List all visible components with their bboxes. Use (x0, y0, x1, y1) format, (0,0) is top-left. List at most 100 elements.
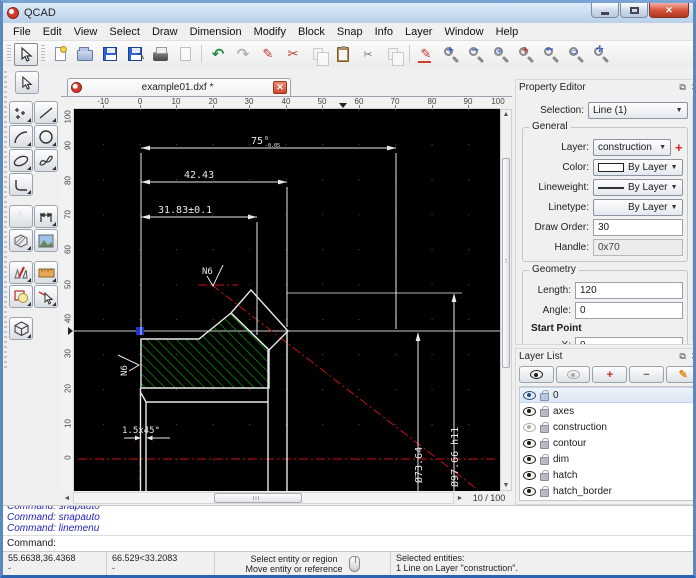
layer-lock-icon[interactable] (540, 409, 549, 417)
lineweight-combo[interactable]: By Layer▼ (593, 179, 683, 196)
layer-lock-icon[interactable] (540, 393, 549, 401)
open-file-button[interactable] (73, 43, 97, 66)
cut-button[interactable]: ✂ (281, 43, 305, 66)
layer-visibility-icon[interactable] (523, 439, 536, 448)
maximize-button[interactable] (620, 3, 648, 18)
remove-layer-button[interactable]: − (629, 366, 664, 383)
tool-text[interactable]: A (9, 205, 33, 228)
minimize-button[interactable] (591, 3, 619, 18)
menu-draw[interactable]: Draw (146, 24, 184, 40)
vertical-scrollbar[interactable]: ▲ ▼ (500, 109, 512, 491)
redo-button[interactable]: ↷ (231, 43, 255, 66)
layer-visibility-icon[interactable] (523, 423, 536, 432)
layer-row[interactable]: hatch (520, 467, 696, 483)
tool-dimension[interactable] (34, 205, 58, 228)
layer-row[interactable]: axes (520, 403, 696, 419)
layer-combo[interactable]: construction▼ (593, 139, 671, 156)
layer-visibility-icon[interactable] (523, 487, 536, 496)
print-button[interactable] (148, 43, 172, 66)
copy-button[interactable] (306, 43, 330, 66)
edit-layer-button[interactable]: ✎ (666, 366, 696, 383)
tool-block[interactable] (9, 285, 33, 308)
scroll-up-icon[interactable]: ▲ (501, 111, 511, 118)
menu-modify[interactable]: Modify (248, 24, 292, 40)
menu-edit[interactable]: Edit (37, 24, 68, 40)
add-layer-button[interactable]: + (592, 366, 627, 383)
close-panel-icon[interactable]: ✕ (689, 83, 696, 92)
linetype-combo[interactable]: By Layer▼ (593, 199, 683, 216)
menu-block[interactable]: Block (292, 24, 331, 40)
scroll-down-icon[interactable]: ▼ (501, 482, 511, 489)
toolbar-grip[interactable] (7, 45, 11, 63)
drawing-canvas[interactable]: 75 0 -0.05 42.43 31.83±0.1 1.5x45° Ø73.6… (74, 109, 500, 491)
tool-line[interactable] (34, 101, 58, 124)
tab-close-button[interactable]: ✕ (273, 81, 287, 94)
tool-measure[interactable] (34, 261, 58, 284)
undo-button[interactable]: ↶ (206, 43, 230, 66)
float-panel-icon[interactable]: ⧉ (677, 352, 689, 361)
float-panel-icon[interactable]: ⧉ (677, 83, 689, 92)
draworder-input[interactable]: 30 (593, 219, 683, 236)
selection-pointer-button[interactable] (14, 43, 38, 66)
color-combo[interactable]: By Layer▼ (593, 159, 683, 176)
cut-reference-button[interactable]: ✂ (356, 43, 380, 66)
tool-hatch[interactable] (9, 229, 33, 252)
zoom-out-button[interactable] (464, 43, 488, 66)
scroll-left-icon[interactable]: ◄ (61, 495, 73, 502)
layer-visibility-icon[interactable] (523, 455, 536, 464)
layer-row[interactable]: construction (520, 419, 696, 435)
layer-visibility-icon[interactable] (523, 391, 536, 400)
paste-button[interactable] (331, 43, 355, 66)
scroll-right-icon[interactable]: ► (454, 495, 466, 502)
tool-ellipse[interactable] (9, 149, 33, 172)
layer-row[interactable]: hatch_border (520, 483, 696, 499)
layer-lock-icon[interactable] (540, 457, 549, 465)
menu-snap[interactable]: Snap (331, 24, 369, 40)
layer-visibility-icon[interactable] (523, 471, 536, 480)
palette-grip[interactable] (4, 71, 7, 371)
close-button[interactable]: ✕ (649, 3, 689, 18)
menu-file[interactable]: File (7, 24, 37, 40)
pan-button[interactable] (589, 43, 613, 66)
command-input[interactable] (56, 537, 693, 551)
menu-select[interactable]: Select (103, 24, 146, 40)
angle-input[interactable]: 0 (575, 302, 683, 319)
add-layer-icon[interactable]: + (675, 141, 683, 154)
close-panel-icon[interactable]: ✕ (689, 352, 696, 361)
tool-circle[interactable] (34, 125, 58, 148)
edit-pen-button[interactable]: ✎ (256, 43, 280, 66)
layer-lock-icon[interactable] (540, 489, 549, 497)
menu-layer[interactable]: Layer (399, 24, 439, 40)
previous-view-button[interactable] (539, 43, 563, 66)
selection-combo[interactable]: Line (1)▼ (588, 102, 688, 119)
start-x-input[interactable]: 0 (575, 337, 683, 344)
scroll-down-icon[interactable]: ▼ (693, 333, 696, 340)
layer-row[interactable]: dim (520, 451, 696, 467)
draw-pen-button[interactable]: ✎ (414, 43, 438, 66)
window-zoom-button[interactable] (564, 43, 588, 66)
menu-view[interactable]: View (68, 24, 104, 40)
tool-spline[interactable] (34, 149, 58, 172)
layer-lock-icon[interactable] (540, 441, 549, 449)
zoom-in-button[interactable] (439, 43, 463, 66)
paste-reference-button[interactable] (381, 43, 405, 66)
horizontal-scroll-thumb[interactable] (214, 493, 302, 503)
tool-select-entity[interactable] (34, 285, 58, 308)
menu-help[interactable]: Help (490, 24, 525, 40)
layer-row[interactable]: contour (520, 435, 696, 451)
layer-lock-icon[interactable] (540, 425, 549, 433)
menu-window[interactable]: Window (438, 24, 489, 40)
hide-all-layers-button[interactable] (556, 366, 591, 383)
save-button[interactable] (98, 43, 122, 66)
tool-point[interactable] (9, 101, 33, 124)
save-as-button[interactable]: ✎ (123, 43, 147, 66)
length-input[interactable]: 120 (575, 282, 683, 299)
horizontal-scrollbar[interactable]: ◄ ► 10 / 100 (61, 491, 512, 505)
print-preview-button[interactable] (173, 43, 197, 66)
menu-dimension[interactable]: Dimension (184, 24, 248, 40)
toolbar-grip[interactable] (41, 45, 45, 63)
layer-visibility-icon[interactable] (523, 407, 536, 416)
scroll-up-icon[interactable]: ▲ (693, 99, 696, 106)
property-editor-scrollbar[interactable]: ▲ ▼ (692, 97, 696, 342)
vertical-scroll-thumb[interactable] (502, 158, 510, 368)
